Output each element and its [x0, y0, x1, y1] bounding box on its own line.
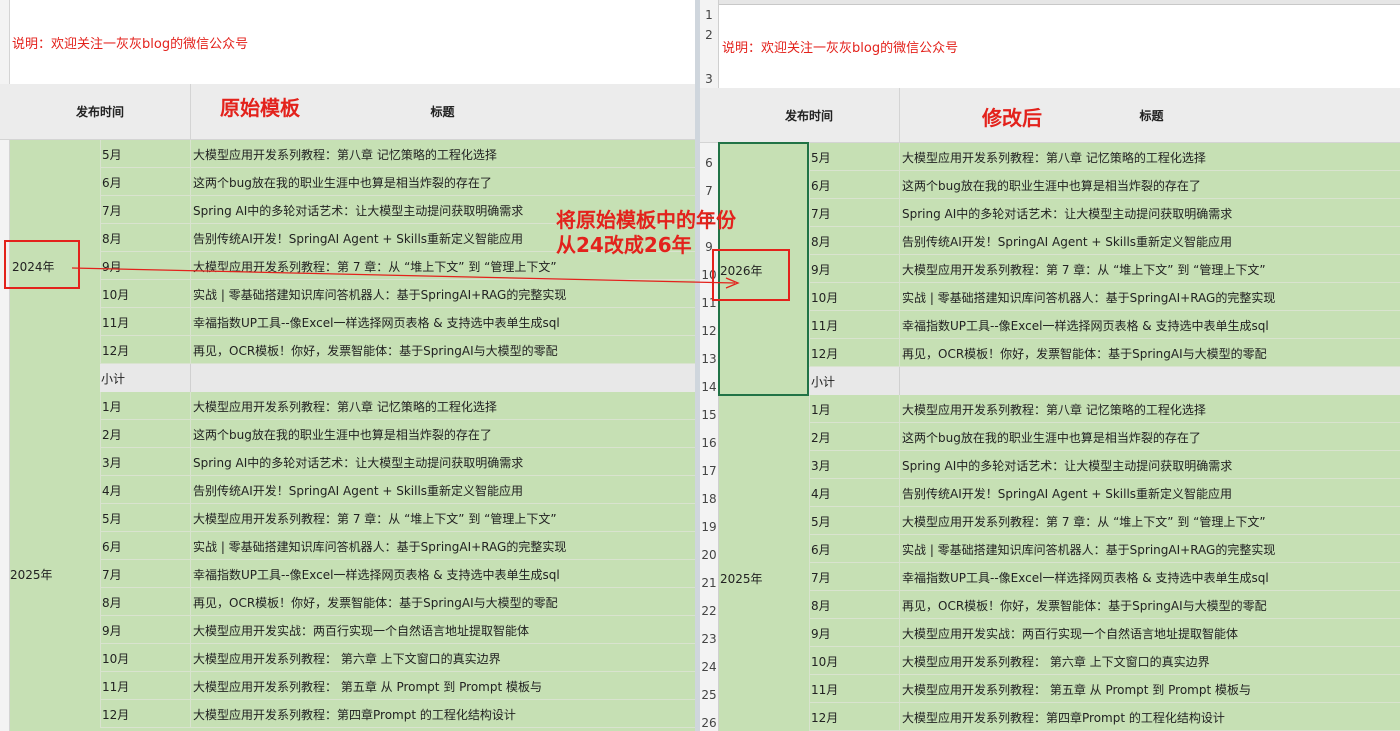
arrow-line: [71, 267, 736, 284]
arrow-overlay: [71, 267, 740, 289]
